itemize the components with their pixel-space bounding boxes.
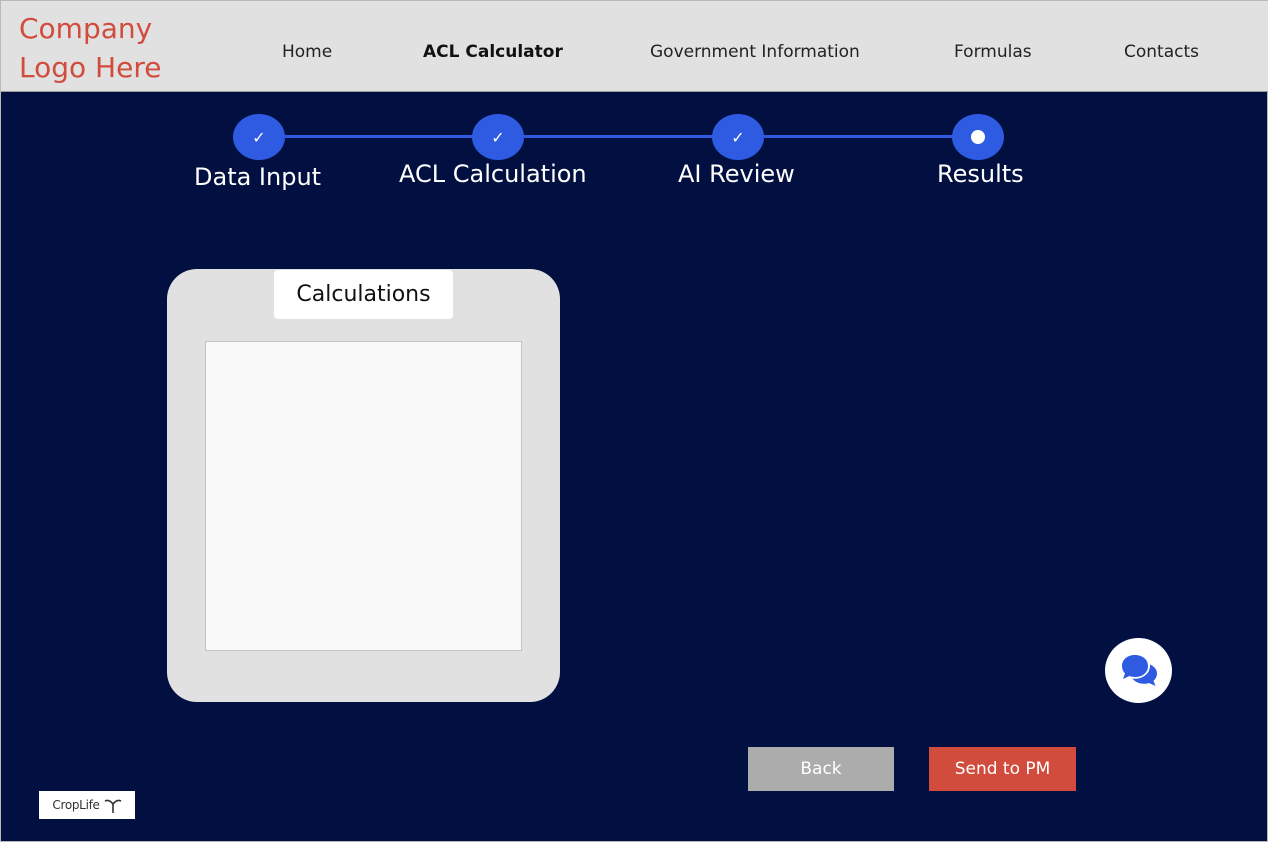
top-navigation-bar: Company Logo Here Home ACL Calculator Go… bbox=[1, 1, 1268, 92]
logo-line-2: Logo Here bbox=[19, 51, 162, 84]
step-label-acl-calculation: ACL Calculation bbox=[399, 160, 587, 188]
step-4-current-dot-icon bbox=[952, 114, 1004, 160]
nav-home[interactable]: Home bbox=[282, 42, 332, 62]
step-2-check-icon: ✓ bbox=[472, 114, 524, 160]
logo-line-1: Company bbox=[19, 12, 153, 45]
nav-acl-calculator[interactable]: ACL Calculator bbox=[423, 42, 563, 62]
nav-government-information[interactable]: Government Information bbox=[650, 42, 860, 62]
company-logo[interactable]: Company Logo Here bbox=[19, 9, 161, 87]
nav-formulas[interactable]: Formulas bbox=[954, 42, 1032, 62]
app-window: Company Logo Here Home ACL Calculator Go… bbox=[0, 0, 1268, 842]
calculations-output-area[interactable] bbox=[205, 341, 522, 651]
step-label-data-input: Data Input bbox=[194, 163, 322, 191]
plant-sprout-icon bbox=[104, 799, 121, 813]
step-1-check-icon: ✓ bbox=[233, 114, 285, 160]
step-label-ai-review: AI Review bbox=[678, 160, 795, 188]
back-button[interactable]: Back bbox=[748, 747, 894, 791]
chat-button[interactable] bbox=[1105, 638, 1172, 703]
croplife-logo: CropLife bbox=[39, 791, 135, 819]
croplife-logo-text: CropLife bbox=[52, 798, 100, 812]
calculations-title: Calculations bbox=[274, 270, 453, 319]
chat-bubbles-icon bbox=[1121, 654, 1157, 686]
send-to-pm-button[interactable]: Send to PM bbox=[929, 747, 1076, 791]
stepper-track bbox=[259, 135, 979, 138]
step-3-check-icon: ✓ bbox=[712, 114, 764, 160]
nav-contacts[interactable]: Contacts bbox=[1124, 42, 1199, 62]
step-label-results: Results bbox=[937, 160, 1024, 188]
